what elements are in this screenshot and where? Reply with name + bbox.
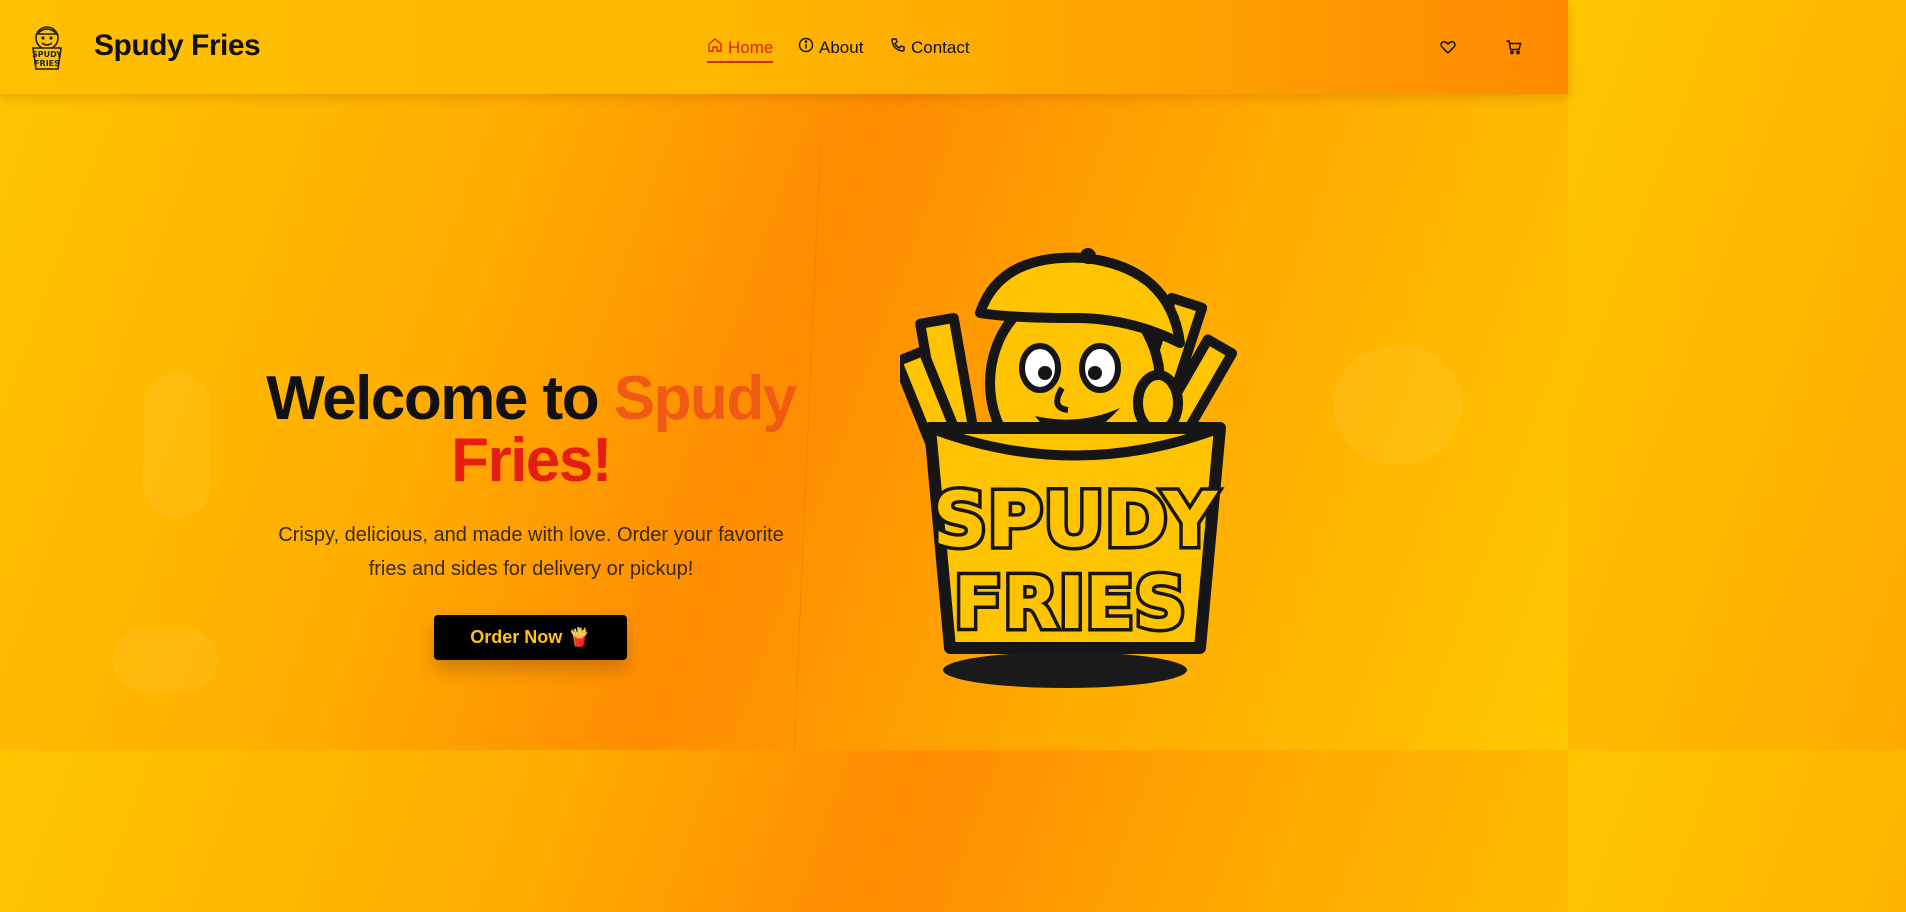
nav-about[interactable]: About xyxy=(798,37,868,61)
logo-text-line1: SPUDY xyxy=(32,50,62,59)
decor-blob xyxy=(1334,345,1462,465)
heart-icon xyxy=(1439,40,1457,60)
nav-contact-label: Contact xyxy=(911,37,970,57)
hero-title-accent-1: Spudy xyxy=(613,364,797,433)
nav-home-label: Home xyxy=(728,37,774,57)
hero-title: Welcome to Spudy Fries! xyxy=(232,368,830,492)
decor-blob xyxy=(113,628,217,692)
mascot-text-line1: SPUDY xyxy=(933,475,1219,564)
fries-icon: 🍟 xyxy=(568,627,591,647)
order-now-button[interactable]: Order Now 🍟 xyxy=(434,615,627,660)
info-icon xyxy=(798,37,814,58)
top-navbar: SPUDY FRIES Spudy Fries Home About Conta… xyxy=(0,0,1568,94)
nav-about-label: About xyxy=(819,37,864,57)
hero-title-accent-2: Fries! xyxy=(451,426,612,495)
logo-text-line2: FRIES xyxy=(34,59,60,68)
mascot-text-line2: FRIES xyxy=(954,561,1186,645)
favorites-button[interactable] xyxy=(1439,38,1457,56)
home-icon xyxy=(707,37,723,58)
brand-name[interactable]: Spudy Fries xyxy=(94,29,261,63)
order-now-label: Order Now xyxy=(470,627,563,647)
brand-logo[interactable]: SPUDY FRIES xyxy=(27,22,67,72)
cart-icon xyxy=(1505,40,1523,60)
cart-button[interactable] xyxy=(1505,38,1523,56)
hero-subtitle: Crispy, delicious, and made with love. O… xyxy=(278,524,784,580)
hero-title-prefix: Welcome to xyxy=(266,364,614,433)
phone-icon xyxy=(890,37,906,58)
nav-home[interactable]: Home xyxy=(707,37,773,63)
decor-blob xyxy=(143,372,211,518)
nav-contact[interactable]: Contact xyxy=(890,37,972,61)
mascot-illustration: SPUDY FRIES xyxy=(892,248,1250,694)
